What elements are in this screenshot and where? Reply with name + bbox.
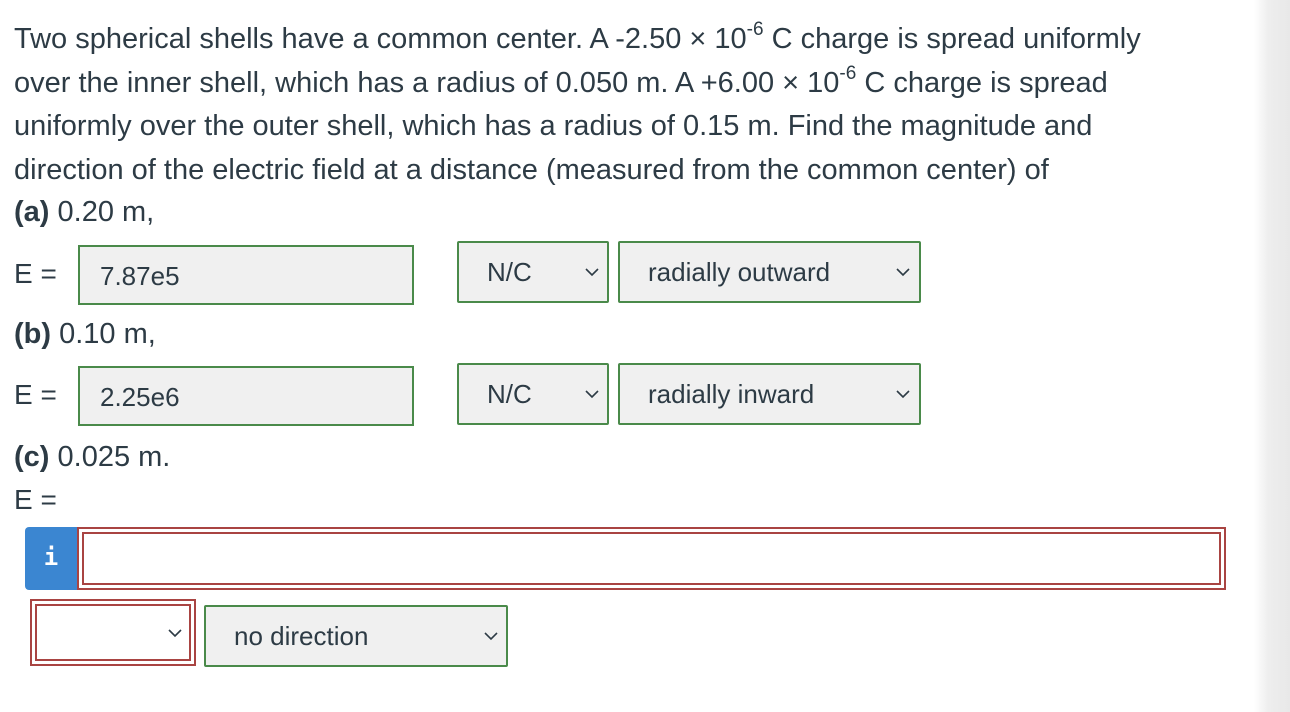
part-a-distance: 0.20 m, (49, 196, 155, 228)
part-c-unit-select[interactable] (30, 599, 196, 666)
part-b-answer-value: 2.25e6 (100, 382, 180, 412)
exponent: -6 (746, 19, 764, 41)
part-a-label: (a) 0.20 m, (14, 196, 154, 229)
info-icon: i (43, 543, 59, 571)
question-line-4: direction of the electric field at a dis… (14, 153, 1049, 186)
question-line-1: Two spherical shells have a common cente… (14, 18, 1244, 62)
part-b-direction-value: radially inward (648, 379, 815, 409)
chevron-down-icon (168, 628, 182, 638)
exponent: -6 (839, 62, 857, 84)
part-c-answer-input[interactable] (77, 527, 1226, 590)
part-a-answer-value: 7.87e5 (100, 261, 180, 291)
question-line-2: over the inner shell, which has a radius… (14, 62, 1244, 106)
chevron-down-icon (585, 267, 599, 277)
part-c-letter: (c) (14, 441, 50, 473)
part-b-distance: 0.10 m, (51, 318, 156, 350)
part-c-distance: 0.025 m. (49, 441, 171, 473)
page-edge-shadow (1254, 0, 1290, 712)
chevron-down-icon (484, 631, 498, 641)
part-c-label: (c) 0.025 m. (14, 441, 170, 474)
part-c-direction-value: no direction (234, 621, 369, 651)
part-a-answer-input[interactable]: 7.87e5 (78, 245, 414, 305)
question-line-1-end: C charge is spread uniformly (763, 23, 1141, 55)
part-b-label: (b) 0.10 m, (14, 318, 156, 351)
part-b-direction-select[interactable]: radially inward (618, 363, 921, 425)
part-b-unit-value: N/C (487, 379, 532, 409)
question-line-3: uniformly over the outer shell, which ha… (14, 110, 1093, 142)
part-a-unit-select[interactable]: N/C (457, 241, 609, 303)
question-line-2-end: C charge is spread (856, 66, 1108, 99)
part-b-e-label: E = (14, 379, 57, 410)
info-button[interactable]: i (25, 527, 77, 590)
part-a-e-label: E = (14, 258, 57, 289)
part-a-letter: (a) (14, 196, 50, 228)
question-line-2-start: over the inner shell, which has a radius… (14, 66, 840, 99)
question-line-1-start: Two spherical shells have a common cente… (14, 23, 747, 55)
chevron-down-icon (896, 389, 910, 399)
part-a-direction-select[interactable]: radially outward (618, 241, 921, 303)
part-c-e-label: E = (14, 484, 57, 515)
chevron-down-icon (896, 267, 910, 277)
part-a-unit-value: N/C (487, 257, 532, 287)
chevron-down-icon (585, 389, 599, 399)
part-c-direction-select[interactable]: no direction (204, 605, 508, 667)
part-a-direction-value: radially outward (648, 257, 831, 287)
part-c-answer-inner-border (82, 532, 1221, 585)
part-b-answer-input[interactable]: 2.25e6 (78, 366, 414, 426)
question-text: Two spherical shells have a common cente… (14, 18, 1244, 192)
part-b-unit-select[interactable]: N/C (457, 363, 609, 425)
part-b-letter: (b) (14, 318, 52, 350)
